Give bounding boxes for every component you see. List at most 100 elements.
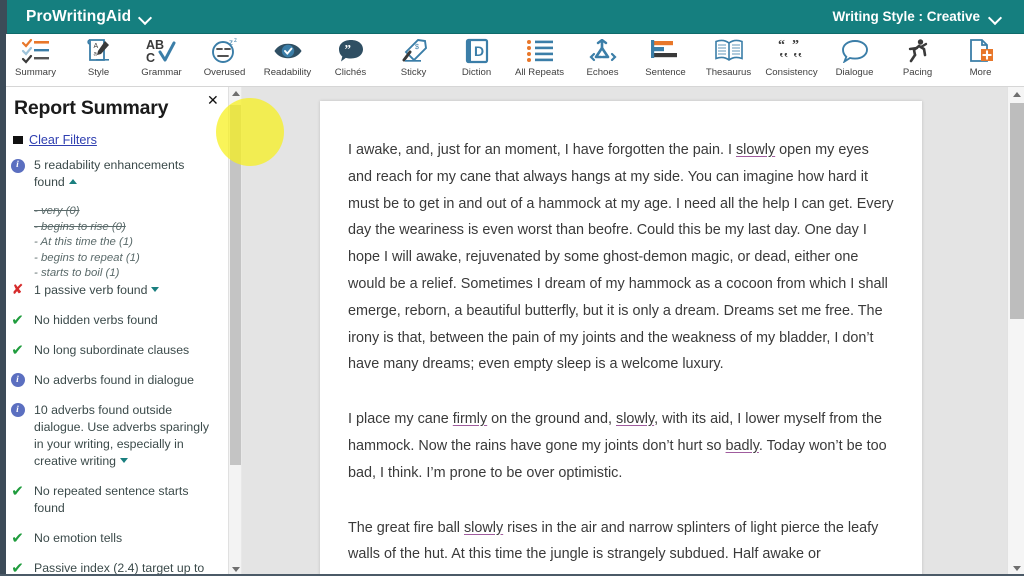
svg-text:”: ”: [344, 42, 351, 57]
close-icon[interactable]: ✕: [207, 94, 219, 108]
toolbar-item-overused[interactable]: z z Overused: [193, 34, 256, 86]
report-sub-item[interactable]: - begins to repeat (1): [34, 251, 212, 267]
report-summary-panel: Report Summary Clear Filters i 5 readabil…: [0, 87, 232, 576]
chevron-down-icon[interactable]: [151, 287, 160, 293]
brand-menu[interactable]: ProWritingAid: [26, 8, 152, 26]
document-paragraph: The great fire ball slowly rises in the …: [348, 515, 894, 569]
toolbar-item-clich-s[interactable]: ” Clichés: [319, 34, 382, 86]
echoes-recycle-icon: [583, 36, 623, 66]
chevron-down-icon[interactable]: [139, 10, 152, 23]
toolbar-item-label: Overused: [203, 67, 246, 78]
window-left-rail: [0, 0, 6, 576]
flagged-adverb[interactable]: slowly: [616, 411, 654, 427]
flagged-adverb[interactable]: slowly: [736, 142, 775, 158]
flagged-adverb[interactable]: badly: [726, 438, 759, 454]
report-item-label: No adverbs found in dialogue: [34, 372, 194, 387]
report-item[interactable]: ✔ No emotion tells: [8, 530, 212, 547]
all-repeats-list-icon: [520, 36, 560, 66]
summary-checklist-icon: [16, 36, 56, 66]
sidebar-scrollbar-thumb[interactable]: [230, 105, 241, 465]
toolbar-item-sentence[interactable]: Sentence: [634, 34, 697, 86]
clear-filters-label: Clear Filters: [29, 133, 97, 147]
toolbar-item-label: Diction: [461, 67, 492, 78]
scroll-up-icon[interactable]: [229, 87, 242, 100]
report-sub-item[interactable]: - starts to boil (1): [34, 266, 212, 282]
document-scrollbar[interactable]: [1007, 87, 1024, 576]
consistency-quotes-icon: “ ” ‛‛ ‛‛: [772, 36, 812, 66]
document-text: I awake, and, just for an moment, I have…: [348, 142, 736, 158]
filter-funnel-icon: [13, 136, 23, 144]
flagged-adverb[interactable]: firmly: [453, 411, 487, 427]
report-item-label: No emotion tells: [34, 530, 123, 545]
svg-text:z: z: [229, 38, 233, 47]
svg-text:D: D: [474, 43, 484, 59]
toolbar-item-label: Summary: [14, 67, 57, 78]
toolbar-item-label: Readability: [263, 67, 312, 78]
toolbar-item-label: Dialogue: [835, 67, 874, 78]
svg-text:$: $: [415, 44, 419, 51]
diction-dictionary-icon: D: [457, 36, 497, 66]
toolbar-item-summary[interactable]: Summary: [4, 34, 67, 86]
chevron-down-icon[interactable]: [989, 10, 1002, 23]
readability-eye-icon: [268, 36, 308, 66]
chevron-down-icon[interactable]: [120, 458, 129, 464]
report-item[interactable]: ✔ No repeated sentence starts found: [8, 483, 212, 517]
toolbar-item-dialogue[interactable]: Dialogue: [823, 34, 886, 86]
page-title: Report Summary: [14, 97, 169, 119]
toolbar-item-all-repeats[interactable]: All Repeats: [508, 34, 571, 86]
dialogue-speech-bubble-icon: [835, 36, 875, 66]
toolbar-item-more[interactable]: More: [949, 34, 1012, 86]
document-page[interactable]: I awake, and, just for an moment, I have…: [320, 101, 922, 576]
info-icon: i: [10, 403, 25, 418]
report-item[interactable]: i No adverbs found in dialogue: [8, 372, 212, 389]
toolbar-item-diction[interactable]: D Diction: [445, 34, 508, 86]
toolbar-item-readability[interactable]: Readability: [256, 34, 319, 86]
report-item-label: 1 passive verb found: [34, 282, 148, 297]
report-sub-item[interactable]: - At this time the (1): [34, 235, 212, 251]
toolbar-item-echoes[interactable]: Echoes: [571, 34, 634, 86]
svg-text:‛‛: ‛‛: [779, 51, 788, 64]
info-icon: i: [10, 373, 25, 388]
toolbar-item-label: Consistency: [765, 67, 818, 78]
report-item[interactable]: i 5 readability enhancements found: [8, 157, 212, 191]
toolbar-item-consistency[interactable]: “ ” ‛‛ ‛‛ Consistency: [760, 34, 823, 86]
sentence-bars-icon: [646, 36, 686, 66]
toolbar-item-label: Style: [87, 67, 110, 78]
info-icon: i: [10, 158, 25, 173]
report-item-label: No hidden verbs found: [34, 312, 158, 327]
toolbar: Summary A a Style AB C Grammar z z Overus…: [0, 34, 1024, 87]
report-item[interactable]: ✔ No long subordinate clauses: [8, 342, 212, 359]
style-scroll-pen-icon: A a: [79, 36, 119, 66]
report-sub-item[interactable]: - very (0): [34, 204, 212, 220]
sidebar-scrollbar[interactable]: [228, 87, 241, 576]
document-paragraph: I place my cane firmly on the ground and…: [348, 406, 894, 486]
writing-style-dropdown[interactable]: Writing Style : Creative: [832, 9, 1002, 24]
toolbar-item-label: Pacing: [902, 67, 933, 78]
document-area: I awake, and, just for an moment, I have…: [242, 87, 1024, 576]
toolbar-item-thesaurus[interactable]: Thesaurus: [697, 34, 760, 86]
svg-text:‛‛: ‛‛: [793, 51, 802, 64]
report-item[interactable]: i 10 adverbs found outside dialogue. Use …: [8, 402, 212, 470]
toolbar-item-sticky[interactable]: $ Sticky: [382, 34, 445, 86]
sticky-glue-pen-icon: $: [394, 36, 434, 66]
chevron-up-icon[interactable]: [68, 179, 77, 185]
document-scrollbar-thumb[interactable]: [1010, 103, 1024, 319]
scroll-up-icon[interactable]: [1008, 87, 1024, 102]
document-text: open my eyes and reach for my cane that …: [348, 142, 894, 373]
report-item[interactable]: ✘ 1 passive verb found: [8, 282, 212, 299]
clear-filters-button[interactable]: Clear Filters: [13, 133, 97, 147]
report-sub-item[interactable]: - begins to rise (0): [34, 220, 212, 236]
svg-text:A: A: [93, 43, 98, 50]
toolbar-item-pacing[interactable]: Pacing: [886, 34, 949, 86]
pacing-runner-icon: [898, 36, 938, 66]
toolbar-item-grammar[interactable]: AB C Grammar: [130, 34, 193, 86]
report-item[interactable]: ✔ No hidden verbs found: [8, 312, 212, 329]
toolbar-item-label: Echoes: [586, 67, 619, 78]
title-bar: ProWritingAid Writing Style : Creative: [0, 0, 1024, 34]
document-paragraph: I awake, and, just for an moment, I have…: [348, 137, 894, 378]
flagged-adverb[interactable]: slowly: [464, 520, 503, 536]
check-icon: ✔: [11, 340, 24, 359]
thesaurus-book-icon: [709, 36, 749, 66]
toolbar-item-style[interactable]: A a Style: [67, 34, 130, 86]
report-item-label: 5 readability enhancements found: [34, 158, 185, 189]
